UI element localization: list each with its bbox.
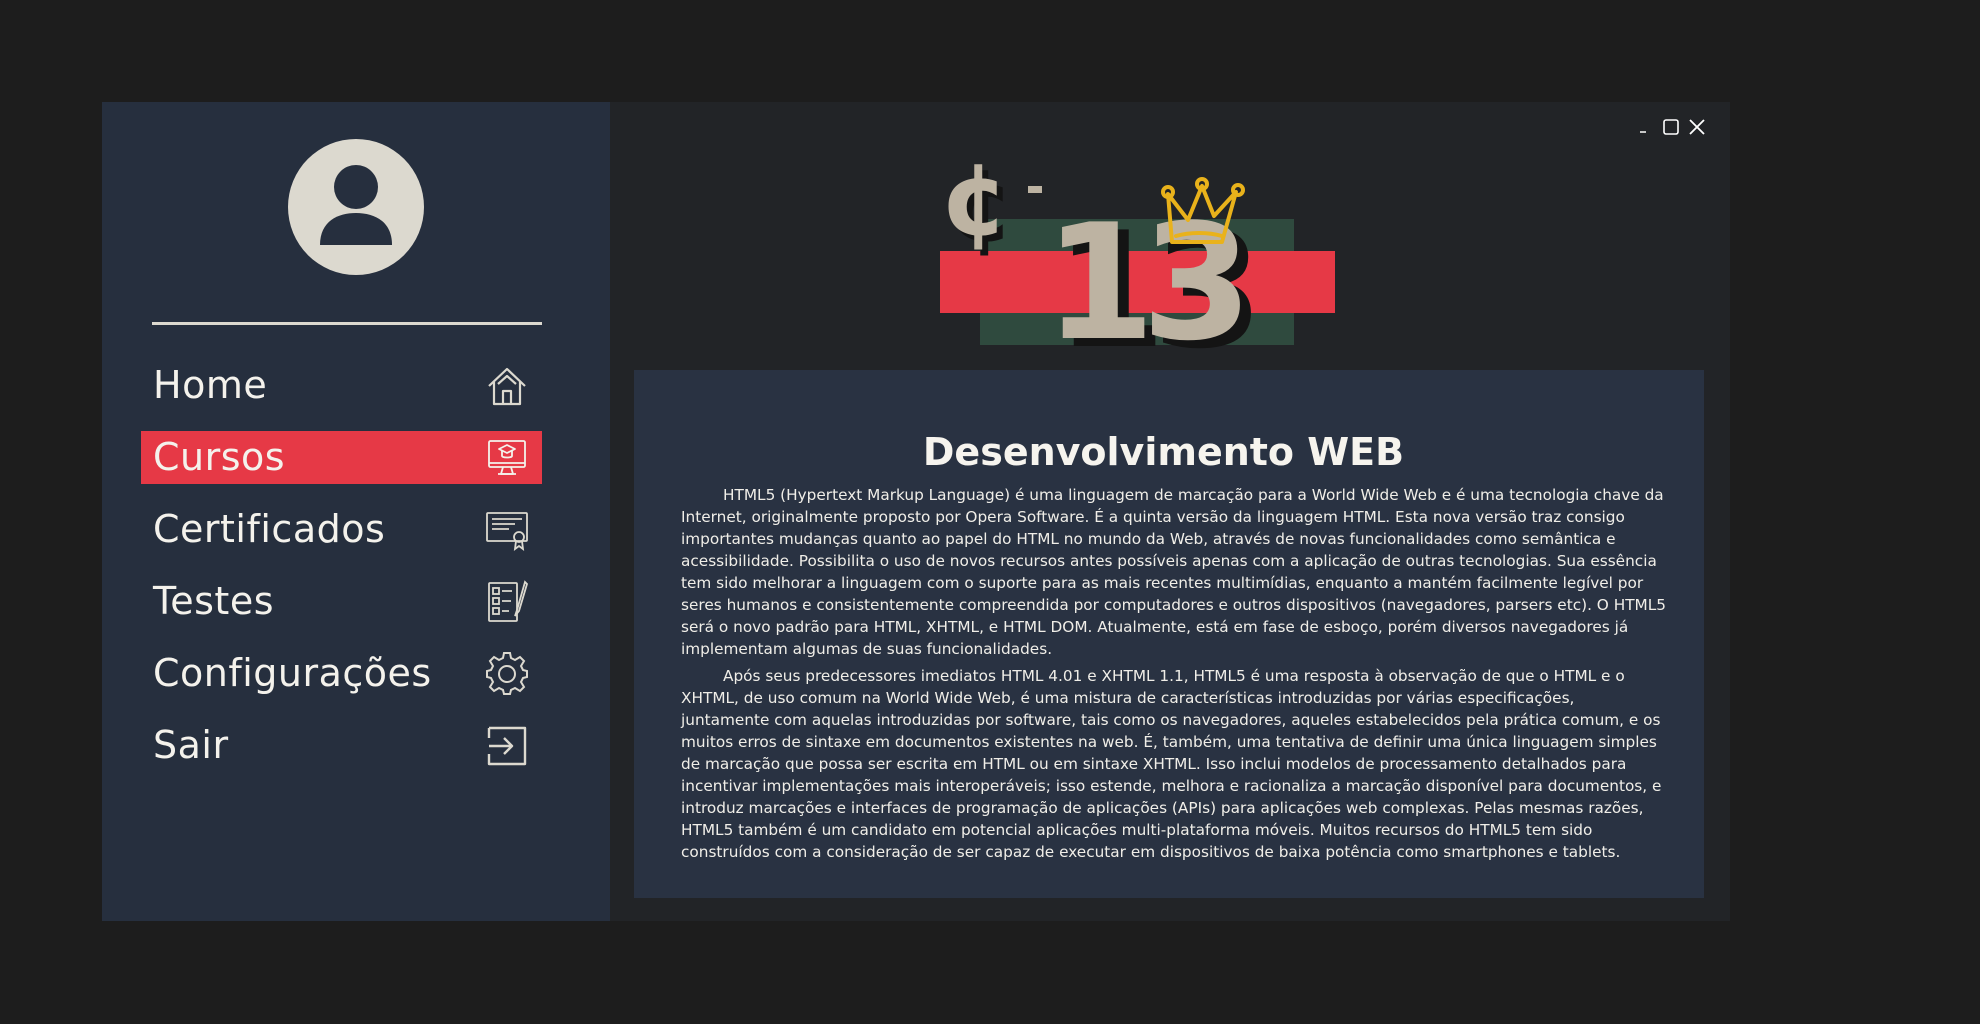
- sidebar-item-label: Testes: [153, 579, 275, 623]
- logout-icon: [484, 723, 530, 769]
- content-paragraph: HTML5 (Hypertext Markup Language) é uma …: [681, 486, 1667, 658]
- minimize-icon: [1640, 131, 1646, 133]
- content-paragraph: Após seus predecessores imediatos HTML 4…: [681, 667, 1662, 861]
- checklist-icon: [484, 579, 530, 625]
- user-icon: [320, 165, 392, 245]
- sidebar-item-testes[interactable]: Testes: [141, 575, 542, 628]
- user-avatar[interactable]: [288, 139, 424, 275]
- logo-number: 13: [1044, 189, 1240, 362]
- course-content-card: Desenvolvimento WEB HTML5 (Hypertext Mar…: [634, 370, 1704, 898]
- logo-letter: ¢: [940, 142, 1010, 258]
- sidebar-item-label: Cursos: [153, 435, 286, 479]
- sidebar-item-label: Certificados: [153, 507, 386, 551]
- sidebar-item-cursos[interactable]: Cursos: [141, 431, 542, 484]
- brand-logo: ¢ ¢ 13 13: [940, 142, 1340, 362]
- close-button[interactable]: [1688, 118, 1706, 136]
- gear-icon: [484, 651, 530, 697]
- sidebar-item-label: Sair: [153, 723, 229, 767]
- sidebar-item-sair[interactable]: Sair: [141, 719, 542, 772]
- window-controls: [1636, 118, 1706, 136]
- close-icon: [1689, 119, 1705, 135]
- course-title: Desenvolvimento WEB: [922, 430, 1405, 474]
- sidebar-item-configuracoes[interactable]: Configurações: [141, 647, 542, 700]
- sidebar-item-home[interactable]: Home: [141, 359, 542, 412]
- maximize-button[interactable]: [1662, 118, 1680, 136]
- sidebar-item-certificados[interactable]: Certificados: [141, 503, 542, 556]
- course-monitor-icon: [484, 435, 530, 481]
- home-icon: [484, 363, 530, 409]
- minimize-button[interactable]: [1636, 118, 1654, 136]
- sidebar-divider: [152, 322, 542, 325]
- sidebar: Home Cursos Certificados Testes Configur…: [102, 102, 610, 921]
- main-panel: ¢ ¢ 13 13 Desenvolvimento WEB HTML5 (Hyp…: [610, 102, 1730, 921]
- certificate-icon: [484, 507, 530, 553]
- maximize-icon: [1663, 119, 1679, 135]
- sidebar-item-label: Home: [153, 363, 268, 407]
- sidebar-item-label: Configurações: [153, 651, 432, 695]
- app-window: Home Cursos Certificados Testes Configur…: [102, 102, 1730, 921]
- sidebar-nav: Home Cursos Certificados Testes Configur…: [141, 359, 542, 791]
